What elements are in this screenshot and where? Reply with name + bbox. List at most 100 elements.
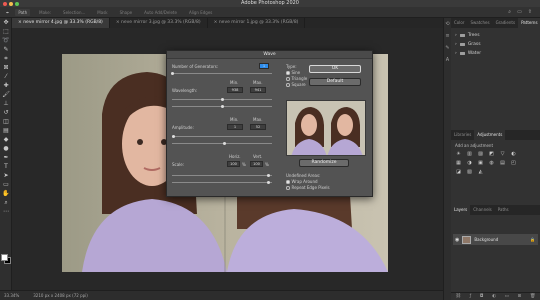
type-tool-icon[interactable]: T [0,162,12,171]
pattern-group-water[interactable]: › Water [451,49,540,58]
tab-paths[interactable]: Paths [495,205,512,215]
zoom-tool-icon[interactable]: ⌕ [0,198,12,207]
document-tab-2[interactable]: × neve mirror 3.jpg @ 33.3% (RGB/8) [110,18,208,28]
character-icon[interactable]: A [444,54,451,66]
path-select-tool-icon[interactable]: ➤ [0,171,12,180]
quick-select-tool-icon[interactable]: ✎ [0,45,12,54]
align-edges-checkbox[interactable]: Align Edges [186,9,215,16]
radio-unselected[interactable] [286,83,290,87]
slider-thumb[interactable] [221,104,224,108]
lasso-tool-icon[interactable]: ➰ [0,36,12,45]
selection-button[interactable]: Selection... [60,9,88,16]
minimize-window-button[interactable] [9,1,13,6]
search-icon[interactable]: ⌕ [508,9,511,15]
pen-tool-icon[interactable]: ✒ [0,153,12,162]
type-triangle-radio[interactable]: Triangle [286,76,307,81]
auto-add-delete-checkbox[interactable]: Auto Add/Delete [141,9,180,16]
foreground-color-swatch[interactable] [1,254,8,261]
num-generators-slider[interactable] [172,73,272,74]
photo-filter-icon[interactable]: ▣ [477,160,484,166]
black-white-icon[interactable]: ◑ [466,160,473,166]
scale-horiz-slider[interactable] [172,175,272,176]
amplitude-max-input[interactable]: 52 [250,124,266,130]
tab-channels[interactable]: Channels [470,205,495,215]
curves-icon[interactable]: ▨ [477,151,484,157]
share-icon[interactable]: ⇪ [528,9,532,15]
slider-thumb[interactable] [172,134,175,138]
slider-thumb[interactable] [221,97,224,101]
shape-button[interactable]: Shape [117,9,136,16]
adjustment-layer-icon[interactable]: ◐ [492,294,496,299]
history-brush-tool-icon[interactable]: ↺ [0,108,12,117]
new-layer-icon[interactable]: ⊞ [518,294,522,299]
slider-thumb[interactable] [267,173,270,177]
move-tool-icon[interactable]: ✥ [0,18,12,27]
window-controls[interactable] [3,1,19,6]
slider-thumb[interactable] [223,141,226,145]
layer-row-background[interactable]: ◉ Background 🔒 [453,234,538,245]
num-generators-input[interactable]: 1 [259,63,269,69]
wavelength-max-input[interactable]: 941 [250,87,266,93]
wrap-around-radio[interactable]: Wrap Around [286,179,318,184]
pattern-group-trees[interactable]: › Trees [451,31,540,40]
tab-adjustments[interactable]: Adjustments [474,130,506,140]
scale-vert-input[interactable]: 100 [250,161,263,167]
radio-unselected[interactable] [286,186,290,190]
amplitude-min-input[interactable]: 1 [227,124,243,130]
scale-horiz-input[interactable]: 100 [227,161,240,167]
tab-patterns[interactable]: Patterns [518,18,540,28]
stamp-tool-icon[interactable]: ⊥ [0,99,12,108]
blur-tool-icon[interactable]: ◆ [0,135,12,144]
levels-icon[interactable]: ▥ [466,151,473,157]
marquee-tool-icon[interactable]: ⬚ [0,27,12,36]
document-tab-1[interactable]: × neve mirror 4.jpg @ 33.3% (RGB/8) [12,18,110,28]
tab-gradients[interactable]: Gradients [493,18,519,28]
mask-button[interactable]: Mask [94,9,110,16]
pen-tool-icon[interactable]: ✒ [6,10,9,15]
history-icon[interactable]: ⟲ [444,18,451,30]
trash-icon[interactable]: 🗑 [530,294,536,299]
exposure-icon[interactable]: ◩ [488,151,495,157]
gradient-map-icon[interactable]: ◭ [477,169,484,175]
eyedropper-tool-icon[interactable]: ⁄ [0,72,12,81]
posterize-icon[interactable]: ◪ [455,169,462,175]
more-tools-icon[interactable]: ⋯ [0,207,12,216]
color-lookup-icon[interactable]: ▤ [499,160,506,166]
folder-icon[interactable]: ▭ [505,294,509,299]
eye-icon[interactable]: ◉ [455,237,459,243]
hue-saturation-icon[interactable]: ◐ [510,151,517,157]
zoom-window-button[interactable] [15,1,19,6]
fx-icon[interactable]: ƒ [470,294,472,299]
scale-vert-slider[interactable] [172,182,272,183]
tab-libraries[interactable]: Libraries [451,130,474,140]
repeat-edge-pixels-radio[interactable]: Repeat Edge Pixels [286,185,330,190]
brightness-icon[interactable]: ☀ [455,151,462,157]
slider-thumb[interactable] [267,180,270,184]
properties-icon[interactable]: ≡ [444,30,451,42]
brush-settings-icon[interactable]: ✎ [444,42,451,54]
radio-selected[interactable] [286,180,290,184]
amplitude-min-slider[interactable] [172,136,272,137]
default-button[interactable]: Default [309,78,361,86]
tab-color[interactable]: Color [451,18,467,28]
radio-selected[interactable] [286,71,290,75]
vibrance-icon[interactable]: ▽ [499,151,506,157]
tab-swatches[interactable]: Swatches [467,18,492,28]
amplitude-max-slider[interactable] [172,143,272,144]
tab-layers[interactable]: Layers [451,205,471,215]
brush-tool-icon[interactable]: 🖌 [0,90,12,99]
randomize-button[interactable]: Randomize [299,159,349,167]
eraser-tool-icon[interactable]: ◫ [0,117,12,126]
type-sine-radio[interactable]: Sine [286,70,300,75]
path-mode-select[interactable]: Path [15,8,31,16]
close-window-button[interactable] [3,1,7,6]
color-balance-icon[interactable]: ▦ [455,160,462,166]
invert-icon[interactable]: ◰ [510,160,517,166]
color-swatches[interactable] [1,254,11,264]
pattern-group-grass[interactable]: › Grass [451,40,540,49]
zoom-level[interactable]: 33.34% [4,293,19,298]
radio-unselected[interactable] [286,77,290,81]
healing-tool-icon[interactable]: ✚ [0,81,12,90]
hand-tool-icon[interactable]: ✋ [0,189,12,198]
frame-tool-icon[interactable]: ⊠ [0,63,12,72]
